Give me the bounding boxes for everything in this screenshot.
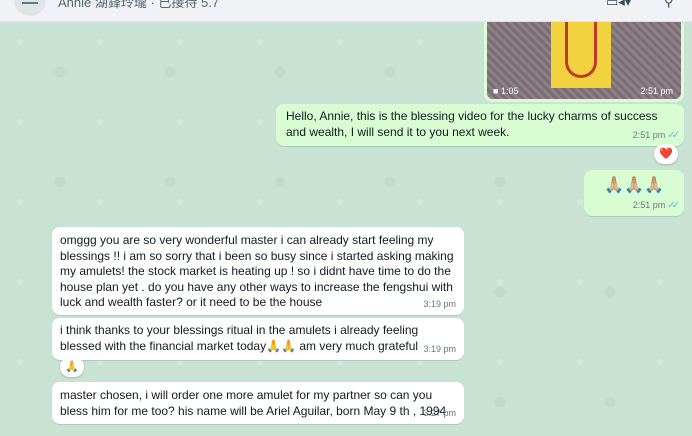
amulet-card-image bbox=[551, 22, 611, 88]
message-time: 2:51 pm bbox=[632, 129, 666, 140]
contact-avatar[interactable] bbox=[14, 0, 46, 16]
chat-header: Annie 湖鋒玲瓏 · 已接待 5.7 ▭◂▾ ⚲ bbox=[0, 0, 692, 22]
read-ticks-icon: ✓✓ bbox=[667, 129, 680, 141]
message-bubble[interactable]: master chosen, i will order one more amu… bbox=[52, 382, 464, 424]
message-meta: 2:51 pm ✓✓ bbox=[632, 128, 680, 144]
search-icon[interactable]: ⚲ bbox=[664, 0, 674, 10]
video-duration: ■ 1:05 bbox=[493, 86, 518, 96]
video-time-text: 2:51 pm bbox=[640, 86, 673, 96]
message-bubble[interactable]: omggg you are so very wonderful master i… bbox=[52, 227, 464, 315]
chat-title[interactable]: Annie 湖鋒玲瓏 · 已接待 5.7 bbox=[58, 0, 219, 11]
message-bubble[interactable]: 🙏🏼🙏🏼🙏🏼 2:51 pm ✓✓ bbox=[584, 170, 684, 216]
message-meta: 2:51 pm ✓✓ bbox=[632, 198, 680, 214]
video-camera-small-icon: ■ bbox=[493, 86, 499, 96]
video-message[interactable]: ■ 1:05 2:51 pm bbox=[484, 22, 684, 102]
message-time: 2:51 pm bbox=[632, 199, 666, 210]
message-time: 3:19 pm bbox=[423, 298, 456, 309]
message-bubble[interactable]: Hello, Annie, this is the blessing video… bbox=[276, 104, 684, 146]
heart-reaction[interactable]: ❤️ bbox=[654, 144, 678, 164]
message-text: Hello, Annie, this is the blessing video… bbox=[286, 109, 658, 139]
video-duration-text: 1:05 bbox=[500, 86, 519, 96]
message-text: 🙏🏼🙏🏼🙏🏼 bbox=[604, 177, 664, 194]
message-time: 3:19 pm bbox=[423, 343, 456, 354]
video-thumbnail[interactable]: ■ 1:05 2:51 pm bbox=[487, 22, 681, 99]
read-ticks-icon: ✓✓ bbox=[667, 199, 680, 211]
message-text: omggg you are so very wonderful master i… bbox=[60, 233, 454, 309]
avatar-glyph bbox=[22, 2, 38, 4]
amulet-drawing bbox=[565, 22, 597, 78]
message-text: master chosen, i will order one more amu… bbox=[60, 388, 447, 418]
message-time: 3:27 pm bbox=[423, 407, 456, 418]
message-text: i think thanks to your blessings ritual … bbox=[60, 323, 419, 353]
video-time: 2:51 pm bbox=[640, 86, 673, 96]
message-bubble[interactable]: i think thanks to your blessings ritual … bbox=[52, 318, 464, 360]
pray-reaction[interactable]: 🙏 bbox=[60, 357, 84, 377]
video-camera-icon[interactable]: ▭◂▾ bbox=[606, 0, 631, 10]
